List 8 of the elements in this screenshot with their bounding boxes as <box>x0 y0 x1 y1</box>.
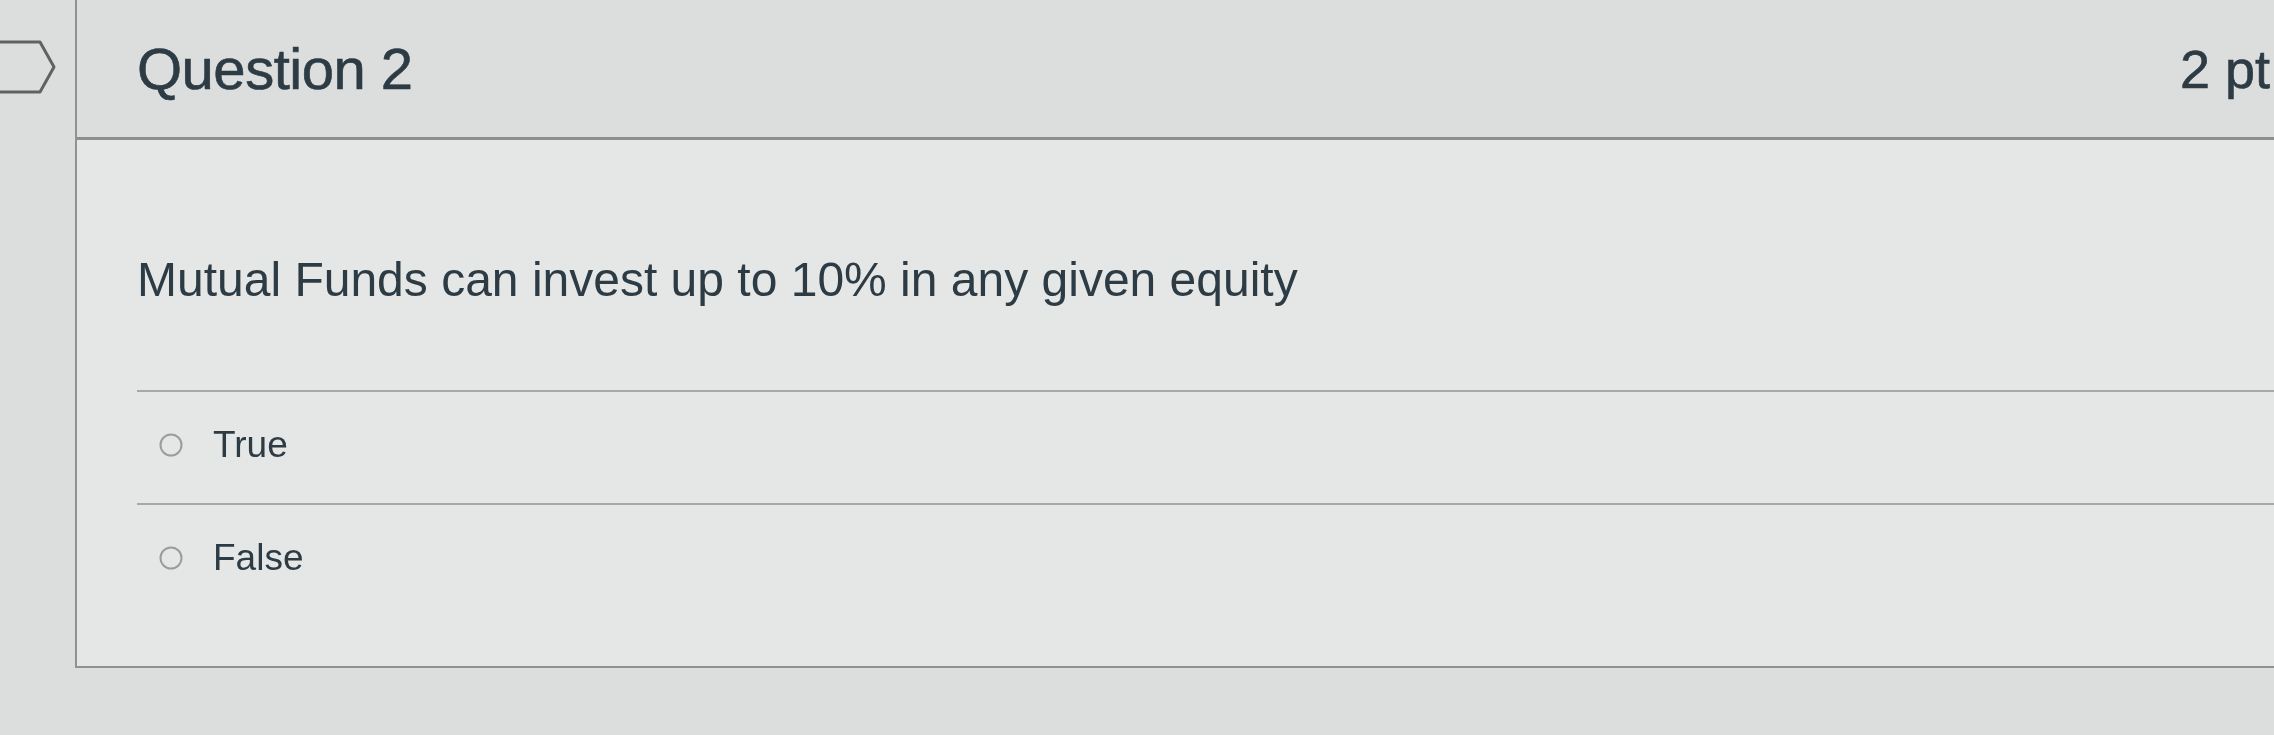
points-label: 2 pt <box>2179 37 2271 100</box>
question-text: Mutual Funds can invest up to 10% in any given equity <box>137 252 1298 308</box>
radio-button[interactable] <box>159 545 183 570</box>
tag-icon[interactable] <box>0 40 56 94</box>
answer-label[interactable]: True <box>213 422 288 467</box>
question-title: Question 2 <box>137 35 413 102</box>
radio-button[interactable] <box>159 432 183 457</box>
answer-label[interactable]: False <box>213 535 304 580</box>
